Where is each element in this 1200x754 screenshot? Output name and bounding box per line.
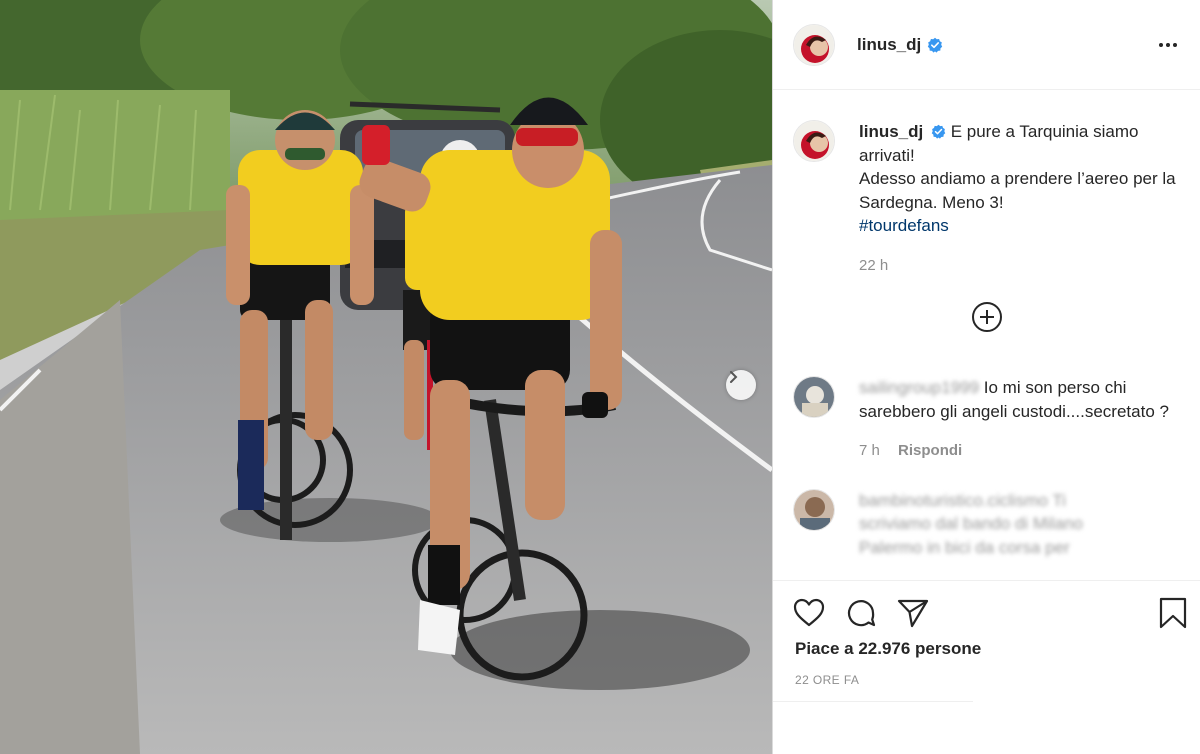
share-icon[interactable] (897, 598, 929, 628)
commenter-picture (794, 489, 834, 530)
caption-timestamp: 22 h (859, 256, 889, 274)
comment-item: bambinoturistico.ciclismo Ti scriviamo d… (773, 463, 1200, 560)
bookmark-icon[interactable] (1159, 597, 1187, 629)
post-date: 22 ORE FA (795, 673, 860, 687)
commenter-avatar[interactable] (793, 488, 835, 531)
post-details-panel: linus_dj linus_dj E pure a Tarquinia sia… (772, 0, 1200, 754)
chevron-right-icon (730, 371, 738, 383)
reply-button[interactable]: Rispondi (898, 442, 962, 459)
action-bar (773, 581, 1200, 629)
hashtag-link[interactable]: #tourdefans (859, 216, 949, 235)
comment-icon[interactable] (845, 597, 877, 629)
blurred-line-1: bambinoturistico.ciclismo Ti (859, 490, 1066, 510)
likes-count[interactable]: Piace a 22.976 persone (773, 629, 1200, 659)
comment-meta: 7 h Rispondi (859, 439, 1181, 463)
commenter-avatar[interactable] (793, 376, 835, 418)
post-actions: Piace a 22.976 persone 22 ORE FA (773, 580, 1200, 754)
avatar[interactable] (793, 23, 835, 66)
add-comment-icon[interactable] (971, 301, 1003, 333)
heart-icon[interactable] (793, 598, 825, 628)
cyclists-photo (0, 0, 772, 754)
next-photo-button[interactable] (726, 370, 756, 400)
comment-time: 7 h (859, 442, 880, 459)
divider (773, 701, 973, 702)
post-header: linus_dj (773, 0, 1200, 90)
caption-avatar[interactable] (793, 120, 835, 162)
profile-picture (794, 24, 834, 65)
comment-text-blurred: bambinoturistico.ciclismo Ti scriviamo d… (859, 489, 1181, 560)
caption-text: linus_dj E pure a Tarquinia siamo arriva… (859, 120, 1180, 277)
more-options-icon[interactable] (1158, 42, 1178, 48)
post-caption: linus_dj E pure a Tarquinia siamo arriva… (773, 90, 1200, 277)
commenter-username[interactable]: sailingroup1999 (859, 378, 979, 397)
caption-line-2: Adesso andiamo a prendere l’aereo per la… (859, 169, 1176, 212)
post-photo (0, 0, 772, 754)
comments-list: sailingroup1999 Io mi son perso chi sare… (773, 370, 1200, 580)
blurred-line-2: scriviamo dal bando di Milano (859, 514, 1083, 533)
comment-text: sailingroup1999 Io mi son perso chi sare… (859, 376, 1181, 463)
post-author-username[interactable]: linus_dj (857, 35, 921, 55)
caption-username[interactable]: linus_dj (859, 122, 923, 141)
verified-icon (931, 124, 946, 139)
verified-icon (928, 37, 943, 53)
comment-item: sailingroup1999 Io mi son perso chi sare… (773, 370, 1200, 463)
blurred-line-3: Palermo in bici da corsa per (859, 537, 1070, 557)
commenter-picture (794, 377, 834, 417)
load-more-comments[interactable] (773, 301, 1200, 337)
profile-picture (794, 121, 834, 161)
